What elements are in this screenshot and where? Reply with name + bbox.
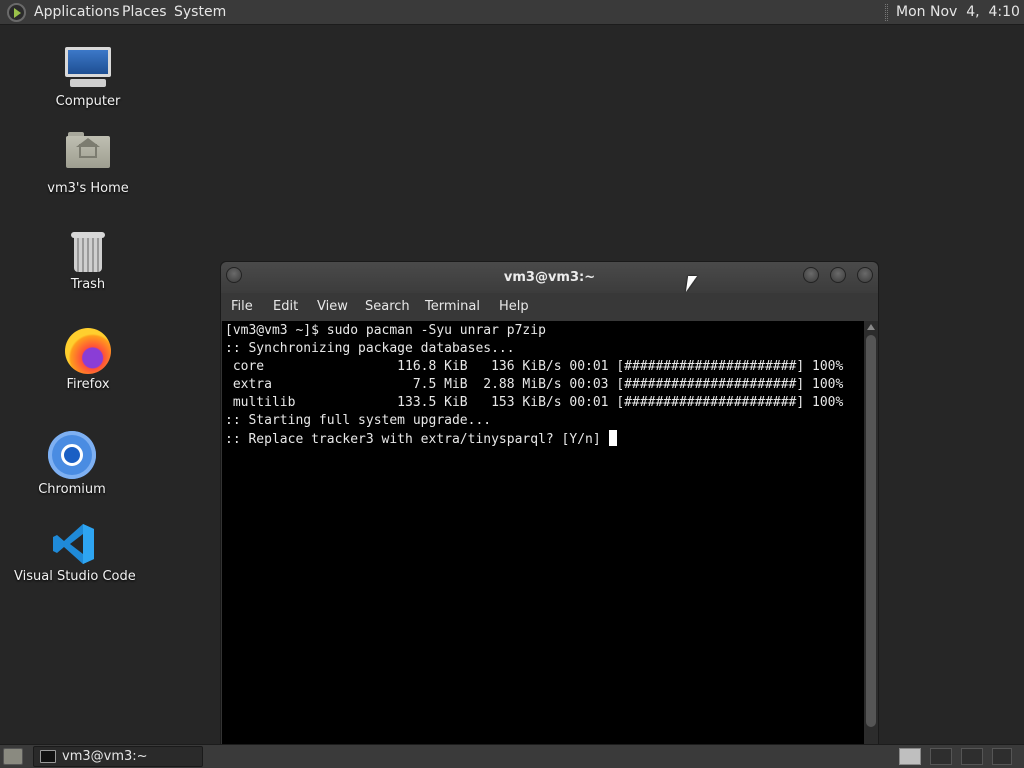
clock[interactable]: Mon Nov 4, 4:10 PM	[896, 4, 1024, 20]
chromium-icon	[48, 431, 96, 479]
desktop-icon-label: vm3's Home	[47, 181, 129, 196]
show-desktop-icon[interactable]	[3, 748, 23, 765]
terminal-line: core 116.8 KiB 136 KiB/s 00:01 [########…	[225, 359, 844, 374]
terminal-output[interactable]: [vm3@vm3 ~]$ sudo pacman -Syu unrar p7zi…	[222, 321, 864, 745]
close-icon[interactable]	[857, 267, 873, 283]
window-menu-icon[interactable]	[226, 267, 242, 283]
desktop-icon-vscode[interactable]: Visual Studio Code	[14, 522, 136, 584]
taskbar-item-label: vm3@vm3:~	[62, 749, 148, 764]
terminal-scrollbar[interactable]	[864, 321, 878, 745]
window-title: vm3@vm3:~	[503, 270, 596, 285]
terminal-window[interactable]: vm3@vm3:~ File Edit View Search Terminal…	[220, 261, 879, 746]
desktop-icon-label: Visual Studio Code	[14, 569, 136, 584]
scrollbar-thumb[interactable]	[866, 335, 876, 727]
panel-separator	[885, 4, 888, 21]
vscode-icon	[52, 522, 96, 566]
terminal-line: :: Starting full system upgrade...	[225, 413, 492, 428]
applications-menu[interactable]: Applications	[34, 4, 120, 20]
terminal-line: [vm3@vm3 ~]$ sudo pacman -Syu unrar p7zi…	[225, 323, 546, 338]
desktop-icon-home[interactable]: vm3's Home	[40, 130, 136, 196]
scroll-up-icon[interactable]	[867, 324, 875, 330]
taskbar-item-terminal[interactable]: vm3@vm3:~	[33, 746, 203, 767]
workspace-1[interactable]	[899, 748, 921, 765]
minimize-icon[interactable]	[803, 267, 819, 283]
window-titlebar[interactable]: vm3@vm3:~	[221, 262, 878, 293]
places-menu[interactable]: Places	[122, 4, 167, 20]
distro-logo-icon[interactable]	[7, 3, 26, 22]
desktop-icon-trash[interactable]: Trash	[48, 230, 128, 292]
desktop-icon-label: Firefox	[66, 377, 110, 392]
bottom-panel: vm3@vm3:~	[0, 744, 1024, 768]
menu-terminal[interactable]: Terminal	[425, 299, 480, 314]
terminal-line: :: Synchronizing package databases...	[225, 341, 515, 356]
menu-edit[interactable]: Edit	[273, 299, 298, 314]
top-panel: Applications Places System Mon Nov 4, 4:…	[0, 0, 1024, 25]
workspace-2[interactable]	[930, 748, 952, 765]
maximize-icon[interactable]	[830, 267, 846, 283]
menu-search[interactable]: Search	[365, 299, 410, 314]
terminal-menubar: File Edit View Search Terminal Help	[221, 293, 878, 321]
text-cursor	[608, 430, 617, 446]
desktop-icon-label: Trash	[70, 277, 106, 292]
home-folder-icon	[66, 130, 110, 170]
terminal-prompt-line: :: Replace tracker3 with extra/tinysparq…	[225, 432, 609, 447]
desktop-icon-chromium[interactable]: Chromium	[32, 431, 112, 497]
trash-icon	[69, 230, 107, 274]
computer-icon	[64, 45, 112, 91]
firefox-icon	[65, 328, 111, 374]
system-menu[interactable]: System	[174, 4, 226, 20]
desktop-icon-firefox[interactable]: Firefox	[48, 328, 128, 392]
workspace-4[interactable]	[992, 748, 1012, 765]
terminal-line: multilib 133.5 KiB 153 KiB/s 00:01 [####…	[225, 395, 844, 410]
terminal-line: extra 7.5 MiB 2.88 MiB/s 00:03 [########…	[225, 377, 844, 392]
workspace-3[interactable]	[961, 748, 983, 765]
menu-help[interactable]: Help	[499, 299, 529, 314]
menu-view[interactable]: View	[317, 299, 348, 314]
menu-file[interactable]: File	[231, 299, 253, 314]
desktop-icon-label: Chromium	[38, 482, 106, 497]
terminal-icon	[40, 750, 56, 763]
desktop-icon-label: Computer	[55, 94, 121, 109]
desktop-icon-computer[interactable]: Computer	[46, 45, 130, 109]
